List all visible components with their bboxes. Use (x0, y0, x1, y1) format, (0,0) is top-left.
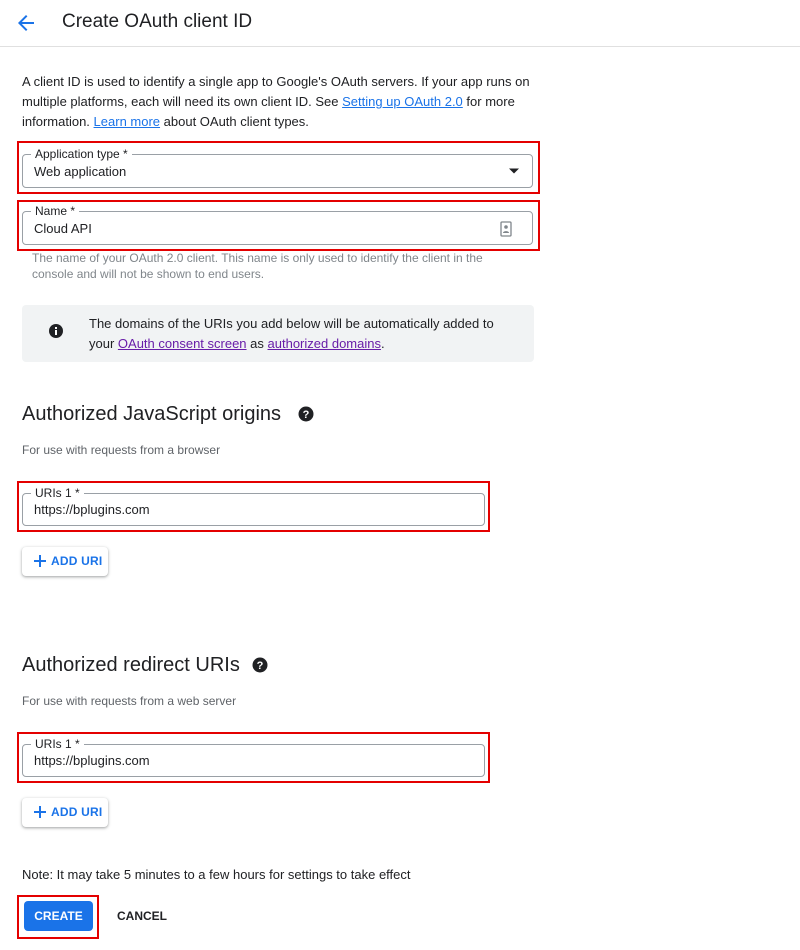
name-label: Name * (31, 203, 80, 219)
application-type-label: Application type * (31, 146, 132, 162)
intro-text-part: about OAuth client types. (160, 114, 309, 129)
add-uri-label: ADD URI (51, 554, 103, 568)
name-value: Cloud API (34, 221, 92, 236)
js-origins-title: Authorized JavaScript origins (22, 403, 282, 425)
redirect-uri-input[interactable]: URIs 1 * https://bplugins.com (22, 736, 485, 777)
settings-note: Note: It may take 5 minutes to a few hou… (22, 867, 411, 882)
back-button[interactable] (14, 11, 38, 35)
oauth-consent-screen-link[interactable]: OAuth consent screen (118, 336, 247, 351)
redirect-uris-title: Authorized redirect URIs (22, 654, 240, 676)
info-text-part: . (380, 336, 385, 351)
name-field[interactable]: Name * Cloud API (22, 203, 533, 245)
redirect-uris-subtitle: For use with requests from a web server (22, 694, 237, 708)
learn-more-link[interactable]: Learn more (94, 114, 160, 129)
authorized-domains-link[interactable]: authorized domains (268, 336, 381, 351)
js-origin-uri-input[interactable]: URIs 1 * https://bplugins.com (22, 485, 485, 526)
cancel-button[interactable]: CANCEL (108, 901, 176, 931)
uri-label: URIs 1 * (31, 485, 84, 501)
uri-value: https://bplugins.com (34, 753, 150, 768)
info-text: The domains of the URIs you add below wi… (89, 314, 509, 354)
create-button[interactable]: CREATE (24, 901, 93, 931)
dropdown-arrow-icon (509, 168, 519, 174)
plus-icon (34, 806, 46, 818)
contact-card-icon (500, 221, 512, 237)
intro-text: A client ID is used to identify a single… (22, 72, 542, 132)
info-text-part: as (246, 336, 268, 351)
create-button-label: CREATE (34, 909, 83, 923)
add-js-origin-uri-button[interactable]: ADD URI (22, 547, 108, 576)
info-icon (49, 324, 63, 338)
uri-value: https://bplugins.com (34, 502, 150, 517)
setting-up-oauth-link[interactable]: Setting up OAuth 2.0 (342, 94, 463, 109)
help-icon[interactable]: ? (298, 406, 314, 422)
info-banner: The domains of the URIs you add below wi… (22, 305, 534, 362)
page-title: Create OAuth client ID (62, 11, 253, 32)
plus-icon (34, 555, 46, 567)
uri-label: URIs 1 * (31, 736, 84, 752)
svg-text:?: ? (257, 660, 264, 672)
js-origins-subtitle: For use with requests from a browser (22, 443, 221, 457)
arrow-back-icon (18, 15, 34, 31)
add-redirect-uri-button[interactable]: ADD URI (22, 798, 108, 827)
application-type-value: Web application (34, 164, 127, 179)
help-icon[interactable]: ? (252, 657, 268, 673)
svg-text:?: ? (303, 409, 310, 421)
cancel-button-label: CANCEL (117, 909, 167, 923)
add-uri-label: ADD URI (51, 805, 103, 819)
application-type-select[interactable]: Application type * Web application (22, 146, 533, 188)
name-hint: The name of your OAuth 2.0 client. This … (32, 251, 483, 281)
